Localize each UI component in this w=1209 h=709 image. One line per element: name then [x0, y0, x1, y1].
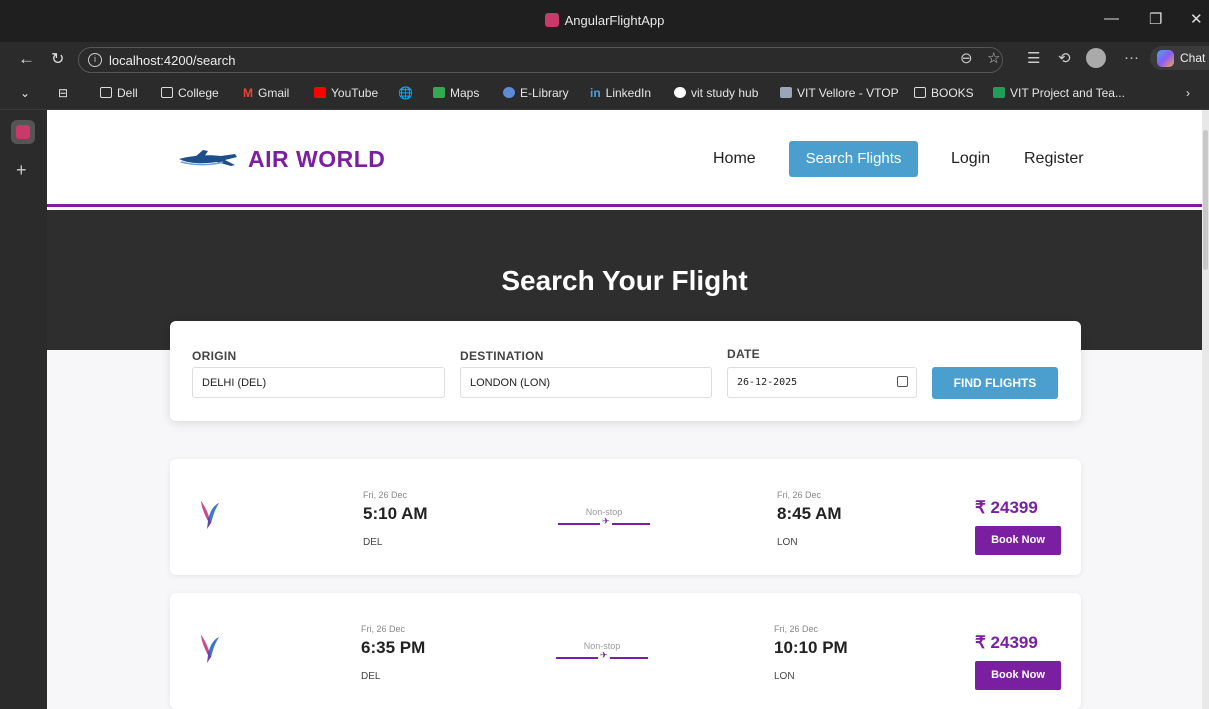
bookmark-college[interactable]: College: [161, 86, 219, 100]
plane-logo-icon: [179, 150, 237, 166]
departure-code: DEL: [363, 537, 383, 548]
linkedin-icon: in: [590, 86, 601, 100]
calendar-icon[interactable]: [897, 376, 908, 387]
book-now-button[interactable]: Book Now: [975, 526, 1061, 555]
vtop-icon: [780, 87, 792, 98]
find-flights-button[interactable]: FIND FLIGHTS: [932, 367, 1058, 399]
flight-price: ₹ 24399: [975, 498, 1038, 517]
library-icon: [503, 87, 515, 98]
close-icon[interactable]: ✕: [1190, 10, 1203, 28]
destination-label: DESTINATION: [460, 349, 544, 363]
flight-card: Fri, 26 Dec 5:10 AM DEL Non-stop ✈ Fri, …: [170, 459, 1081, 575]
window-title: AngularFlightApp: [0, 13, 1209, 28]
bookmarks-overflow-icon[interactable]: ›: [1186, 86, 1190, 100]
profile-avatar[interactable]: [1086, 48, 1106, 68]
url-input[interactable]: i localhost:4200/search: [78, 47, 1003, 73]
folder-icon: [161, 87, 173, 98]
url-text: localhost:4200/search: [109, 53, 236, 68]
bookmark-maps[interactable]: Maps: [433, 86, 479, 100]
date-value: 26-12-2025: [737, 377, 798, 388]
arrival-date: Fri, 26 Dec: [777, 490, 822, 500]
departure-time: 5:10 AM: [363, 504, 428, 523]
origin-label: ORIGIN: [192, 349, 237, 363]
gmail-icon: M: [243, 86, 253, 100]
angular-app-icon: [544, 13, 559, 27]
copilot-icon: [1157, 50, 1174, 67]
nav-home[interactable]: Home: [713, 150, 756, 168]
bookmark-vit-study-hub[interactable]: vit study hub: [674, 86, 758, 100]
bookmark-linkedin[interactable]: in LinkedIn: [590, 86, 651, 100]
sidebar-angular-app-icon[interactable]: [11, 120, 35, 144]
back-icon[interactable]: ←: [18, 49, 35, 69]
bookmark-dell[interactable]: Dell: [100, 86, 138, 100]
bookmark-e-library[interactable]: E-Library: [503, 86, 569, 100]
web-page: AIR WORLD Home Search Flights Login Regi…: [47, 110, 1202, 709]
date-label: DATE: [727, 347, 760, 361]
study-hub-icon: [674, 87, 686, 98]
window-titlebar: AngularFlightApp — ❐ ✕: [0, 0, 1209, 42]
route-plane-icon: ✈: [598, 650, 610, 661]
origin-input[interactable]: DELHI (DEL): [192, 367, 445, 398]
more-menu-icon[interactable]: ···: [1124, 49, 1139, 66]
project-icon: [993, 87, 1005, 98]
folder-icon: [914, 87, 926, 98]
favorites-list-icon[interactable]: ☰: [1027, 49, 1040, 67]
departure-time: 6:35 PM: [361, 638, 426, 657]
folder-icon: [100, 87, 112, 98]
destination-input[interactable]: LONDON (LON): [460, 367, 712, 398]
arrival-time: 8:45 AM: [777, 504, 842, 523]
page-scrollbar[interactable]: [1202, 110, 1209, 709]
collections-icon[interactable]: ⊟: [58, 86, 68, 100]
bookmark-globe[interactable]: 🌐: [398, 86, 413, 100]
nav-register[interactable]: Register: [1024, 150, 1084, 168]
bookmark-vtop[interactable]: VIT Vellore - VTOP: [780, 86, 899, 100]
arrival-date: Fri, 26 Dec: [774, 624, 819, 634]
departure-date: Fri, 26 Dec: [361, 624, 406, 634]
route-plane-icon: ✈: [600, 516, 612, 527]
date-input[interactable]: 26-12-2025: [727, 367, 917, 398]
nav-login[interactable]: Login: [951, 150, 990, 168]
departure-code: DEL: [361, 671, 381, 682]
arrival-code: LON: [774, 671, 795, 682]
arrival-code: LON: [777, 537, 798, 548]
site-info-icon[interactable]: i: [88, 53, 102, 67]
airline-bird-logo-icon: [201, 635, 219, 663]
restore-icon[interactable]: ❐: [1149, 10, 1162, 28]
globe-icon: 🌐: [398, 86, 413, 100]
history-icon[interactable]: ⟲: [1058, 49, 1071, 67]
browser-sidebar: +: [0, 110, 47, 709]
site-header: AIR WORLD Home Search Flights Login Regi…: [47, 110, 1202, 207]
bookmark-vit-project[interactable]: VIT Project and Tea...: [993, 86, 1125, 100]
add-icon[interactable]: +: [16, 160, 27, 181]
copilot-chat-button[interactable]: Chat: [1150, 46, 1209, 70]
arrival-time: 10:10 PM: [774, 638, 848, 657]
nav-search-flights[interactable]: Search Flights: [789, 141, 918, 177]
chat-label: Chat: [1180, 51, 1206, 65]
airline-bird-logo-icon: [201, 501, 219, 529]
refresh-icon[interactable]: ↻: [51, 49, 64, 69]
bookmark-books[interactable]: BOOKS: [914, 86, 974, 100]
flight-price: ₹ 24399: [975, 633, 1038, 652]
tab-actions-icon[interactable]: ⌄: [20, 86, 30, 100]
book-now-button[interactable]: Book Now: [975, 661, 1061, 690]
minimize-icon[interactable]: —: [1104, 10, 1119, 27]
zoom-icon[interactable]: ⊖: [960, 49, 973, 67]
youtube-icon: [314, 87, 326, 98]
maps-icon: [433, 87, 445, 98]
search-form: ORIGIN DELHI (DEL) DESTINATION LONDON (L…: [170, 321, 1081, 421]
favorite-star-icon[interactable]: ☆: [987, 49, 1000, 67]
departure-date: Fri, 26 Dec: [363, 490, 408, 500]
flight-card: Fri, 26 Dec 6:35 PM DEL Non-stop ✈ Fri, …: [170, 593, 1081, 709]
bookmarks-bar: ⌄ ⊟ Dell College M Gmail YouTube 🌐 Maps E…: [0, 78, 1209, 110]
window-title-text: AngularFlightApp: [564, 13, 665, 28]
brand-name[interactable]: AIR WORLD: [248, 146, 385, 173]
bookmark-youtube[interactable]: YouTube: [314, 86, 378, 100]
scrollbar-thumb[interactable]: [1203, 130, 1208, 270]
bookmark-gmail[interactable]: M Gmail: [243, 86, 289, 100]
hero-title: Search Your Flight: [501, 265, 748, 296]
